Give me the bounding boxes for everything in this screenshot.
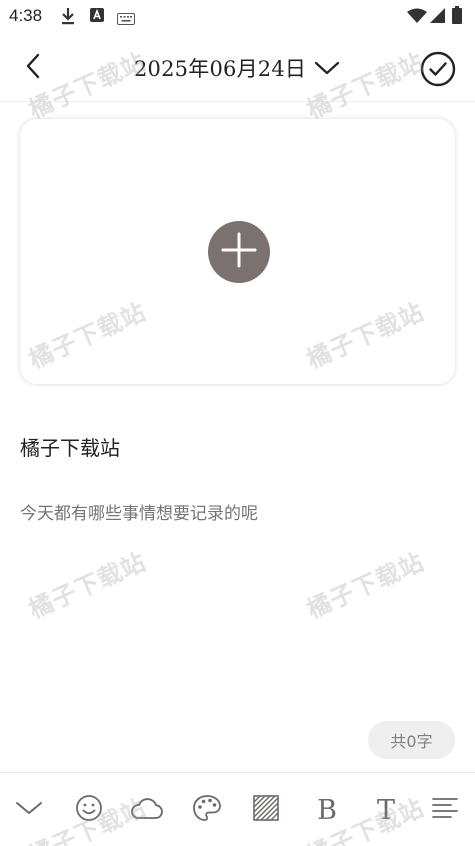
wifi-icon	[407, 8, 427, 28]
stripes-icon	[253, 795, 279, 825]
bold-label: B	[317, 794, 337, 826]
keyboard-icon	[117, 10, 135, 29]
theme-button[interactable]	[189, 792, 225, 828]
download-icon	[60, 7, 76, 29]
bold-button[interactable]: B	[309, 792, 345, 828]
font-a-icon	[90, 7, 104, 27]
emoji-button[interactable]	[71, 792, 107, 828]
palette-icon	[192, 794, 222, 826]
font-size-label: T	[376, 794, 395, 826]
note-body-input[interactable]	[20, 504, 450, 524]
back-button[interactable]	[14, 48, 52, 88]
watermark: 橘子下载站	[24, 547, 151, 624]
plus-icon	[221, 232, 257, 272]
watermark: 橘子下载站	[302, 547, 429, 624]
add-photo-button[interactable]	[208, 221, 270, 283]
date-label: 2025年06月24日	[134, 57, 307, 81]
align-button[interactable]	[427, 792, 463, 828]
weather-button[interactable]	[129, 792, 165, 828]
cloud-icon	[129, 796, 165, 824]
image-card[interactable]	[19, 118, 456, 385]
align-lines-icon	[431, 796, 459, 824]
chevron-down-icon	[15, 799, 43, 821]
confirm-button[interactable]	[420, 51, 456, 87]
word-count-badge: 共0字	[368, 721, 455, 759]
header: 2025年06月24日	[0, 34, 475, 102]
cellular-signal-icon	[430, 7, 446, 28]
check-circle-icon	[420, 51, 456, 91]
background-button[interactable]	[248, 792, 284, 828]
status-time: 4:38	[9, 6, 43, 25]
bottom-toolbar: B T	[0, 772, 475, 846]
collapse-button[interactable]	[11, 792, 47, 828]
date-picker[interactable]: 2025年06月24日	[134, 48, 340, 88]
battery-icon	[452, 6, 462, 28]
smiley-icon	[75, 794, 103, 826]
chevron-down-icon	[314, 60, 340, 76]
chevron-left-icon	[25, 53, 41, 83]
font-size-button[interactable]: T	[368, 792, 404, 828]
note-title[interactable]: 橘子下载站	[20, 432, 120, 461]
status-bar: 4:38	[0, 0, 475, 34]
